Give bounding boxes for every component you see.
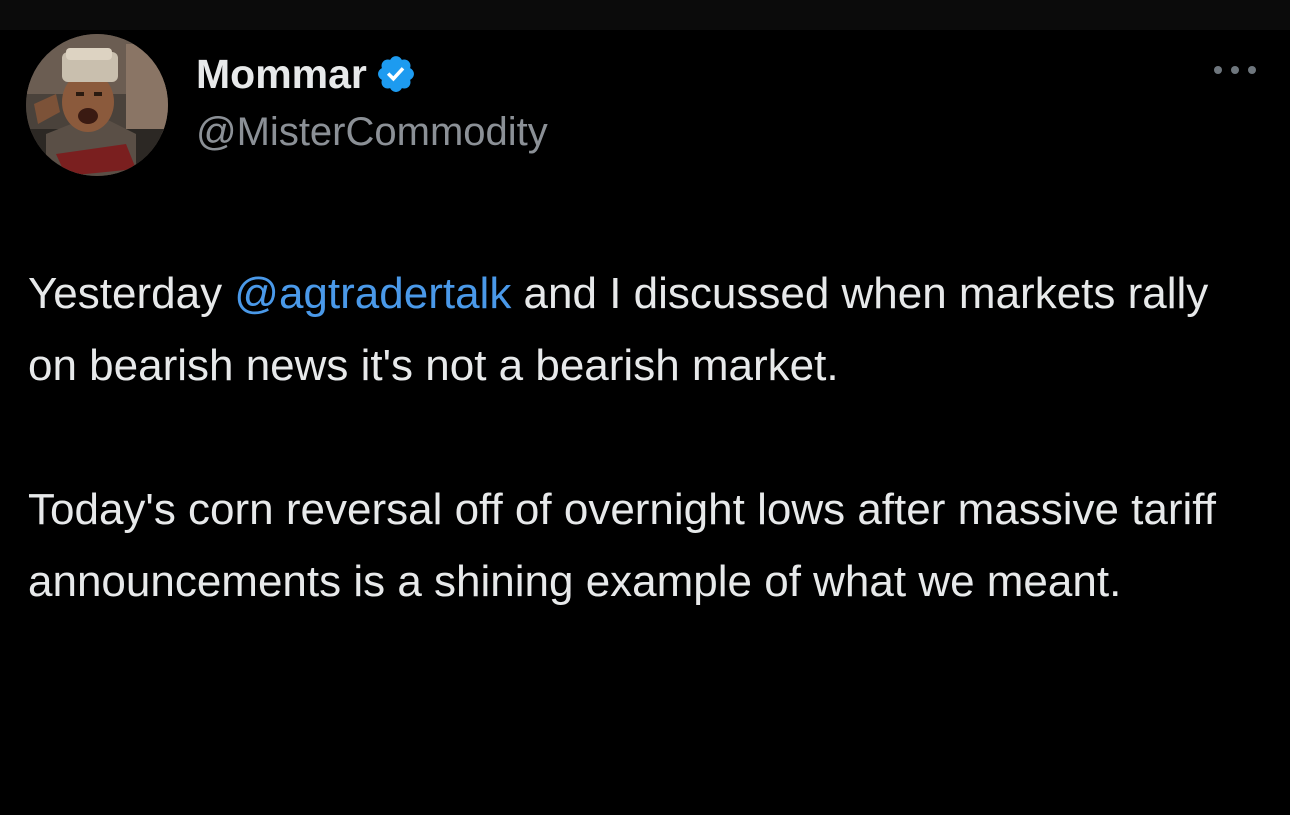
- more-options-icon[interactable]: [1210, 60, 1260, 80]
- avatar-photo: [26, 34, 168, 176]
- tweet-paragraph-2: Today's corn reversal off of overnight l…: [28, 485, 1216, 606]
- tweet-card: Mommar @MisterCommodity Yesterday @agtra…: [0, 30, 1290, 815]
- author-handle[interactable]: @MisterCommodity: [196, 110, 548, 155]
- tweet-text-segment: Yesterday: [28, 269, 235, 318]
- author-name-row[interactable]: Mommar: [196, 48, 417, 100]
- tweet-text: Yesterday @agtradertalk and I discussed …: [28, 258, 1268, 618]
- verified-badge-icon: [375, 53, 417, 95]
- author-display-name[interactable]: Mommar: [196, 51, 367, 98]
- mention-link[interactable]: @agtradertalk: [234, 269, 511, 318]
- avatar[interactable]: [26, 34, 168, 176]
- tweet-paragraph-1: Yesterday @agtradertalk and I discussed …: [28, 258, 1268, 402]
- top-strip: [0, 0, 1290, 30]
